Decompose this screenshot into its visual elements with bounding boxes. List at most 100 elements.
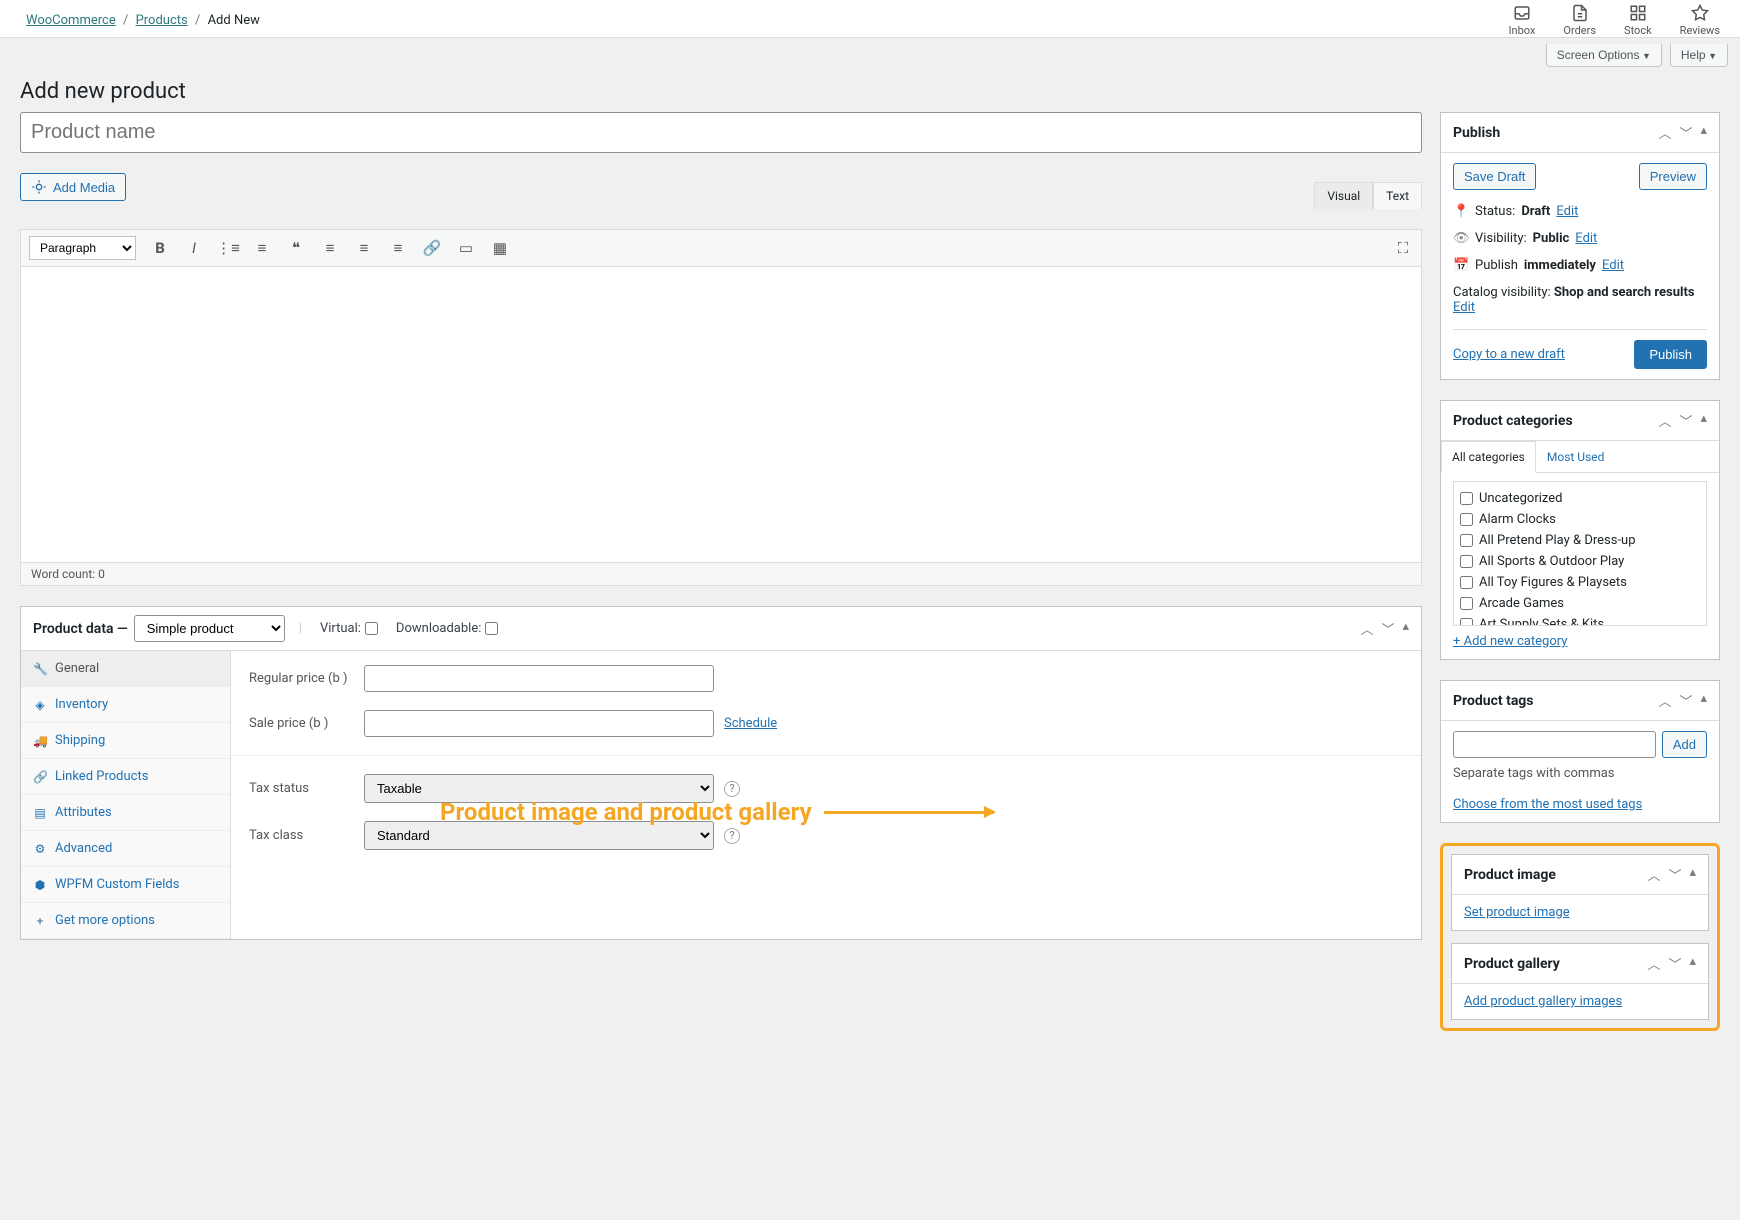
caret-up-icon[interactable]: ▴ (1700, 691, 1707, 710)
preview-button[interactable]: Preview (1639, 163, 1707, 190)
chevron-up-icon[interactable]: ︿ (1658, 123, 1671, 142)
add-tag-button[interactable]: Add (1662, 731, 1707, 758)
set-product-image-link[interactable]: Set product image (1464, 905, 1570, 920)
align-right-icon[interactable]: ≡ (388, 238, 408, 258)
sale-price-input[interactable] (364, 710, 714, 737)
screen-options-button[interactable]: Screen Options (1546, 44, 1662, 67)
attributes-icon: ▤ (33, 806, 47, 820)
nav-reviews[interactable]: Reviews (1680, 4, 1720, 37)
align-center-icon[interactable]: ≡ (354, 238, 374, 258)
help-icon[interactable]: ? (724, 828, 740, 844)
caret-up-icon[interactable]: ▴ (1402, 619, 1409, 638)
chevron-up-icon[interactable]: ︿ (1647, 954, 1660, 973)
inventory-icon: ◈ (33, 698, 47, 712)
format-select[interactable]: Paragraph (29, 236, 136, 260)
align-left-icon[interactable]: ≡ (320, 238, 340, 258)
schedule-link[interactable]: Schedule (724, 716, 777, 731)
edit-catalog-link[interactable]: Edit (1453, 300, 1475, 315)
tab-inventory[interactable]: ◈Inventory (21, 687, 230, 723)
category-item[interactable]: Alarm Clocks (1460, 509, 1700, 530)
quote-icon[interactable]: ❝ (286, 238, 306, 258)
caret-up-icon[interactable]: ▴ (1689, 865, 1696, 884)
tab-visual[interactable]: Visual (1314, 182, 1373, 209)
toolbar-toggle-icon[interactable]: ▦ (490, 238, 510, 258)
chevron-down-icon[interactable]: ﹀ (1679, 691, 1692, 710)
category-item[interactable]: Arcade Games (1460, 593, 1700, 614)
help-button[interactable]: Help (1670, 44, 1728, 67)
truck-icon: 🚚 (33, 734, 47, 748)
virtual-checkbox[interactable]: Virtual: (320, 621, 378, 636)
category-item[interactable]: All Toy Figures & Playsets (1460, 572, 1700, 593)
reviews-icon (1690, 4, 1710, 22)
sale-price-label: Sale price (b ) (249, 716, 364, 731)
category-item[interactable]: Uncategorized (1460, 488, 1700, 509)
add-media-button[interactable]: Add Media (20, 173, 126, 201)
category-item[interactable]: All Sports & Outdoor Play (1460, 551, 1700, 572)
chevron-down-icon[interactable]: ﹀ (1679, 411, 1692, 430)
edit-visibility-link[interactable]: Edit (1575, 231, 1597, 246)
product-gallery-title: Product gallery (1464, 956, 1560, 972)
fullscreen-icon[interactable]: ⛶ (1393, 238, 1413, 258)
edit-status-link[interactable]: Edit (1556, 204, 1578, 219)
product-gallery-box: Product gallery ︿ ﹀ ▴ Add product gallery … (1451, 943, 1709, 1020)
regular-price-input[interactable] (364, 665, 714, 692)
more-icon[interactable]: ▭ (456, 238, 476, 258)
chevron-down-icon[interactable]: ﹀ (1668, 865, 1681, 884)
product-type-select[interactable]: Simple product (134, 615, 285, 642)
italic-icon[interactable]: I (184, 238, 204, 258)
edit-publish-link[interactable]: Edit (1602, 258, 1624, 273)
product-title-input[interactable] (20, 112, 1422, 153)
categories-box: Product categories ︿﹀▴ All categories Mo… (1440, 400, 1720, 660)
caret-up-icon[interactable]: ▴ (1700, 123, 1707, 142)
chevron-down-icon[interactable]: ﹀ (1668, 954, 1681, 973)
word-count: Word count: 0 (21, 562, 1421, 585)
publish-button[interactable]: Publish (1634, 340, 1707, 369)
chevron-up-icon[interactable]: ︿ (1658, 691, 1671, 710)
caret-up-icon[interactable]: ▴ (1700, 411, 1707, 430)
breadcrumb-current: Add New (208, 13, 260, 28)
add-category-link[interactable]: + Add new category (1453, 634, 1567, 649)
help-icon[interactable]: ? (724, 781, 740, 797)
tab-general[interactable]: 🔧General (21, 651, 230, 687)
add-gallery-images-link[interactable]: Add product gallery images (1464, 994, 1622, 1009)
breadcrumb-link-woocommerce[interactable]: WooCommerce (26, 13, 116, 28)
category-item[interactable]: All Pretend Play & Dress-up (1460, 530, 1700, 551)
tab-wpfm[interactable]: ⬢WPFM Custom Fields (21, 867, 230, 903)
nav-orders[interactable]: Orders (1563, 4, 1596, 37)
media-icon (31, 179, 47, 195)
product-data-title: Product data — (33, 621, 128, 637)
chevron-up-icon[interactable]: ︿ (1658, 411, 1671, 430)
number-list-icon[interactable]: ≡ (252, 238, 272, 258)
save-draft-button[interactable]: Save Draft (1453, 163, 1536, 190)
tab-most-used[interactable]: Most Used (1536, 441, 1616, 472)
bold-icon[interactable]: B (150, 238, 170, 258)
tab-linked[interactable]: 🔗Linked Products (21, 759, 230, 795)
breadcrumb-link-products[interactable]: Products (136, 13, 188, 28)
chevron-down-icon[interactable]: ﹀ (1679, 123, 1692, 142)
stock-icon (1628, 4, 1648, 22)
nav-stock[interactable]: Stock (1624, 4, 1652, 37)
chevron-down-icon[interactable]: ﹀ (1381, 619, 1394, 638)
tab-attributes[interactable]: ▤Attributes (21, 795, 230, 831)
tab-more[interactable]: +Get more options (21, 903, 230, 939)
nav-inbox[interactable]: Inbox (1509, 4, 1536, 37)
chevron-up-icon[interactable]: ︿ (1360, 619, 1373, 638)
category-list[interactable]: Uncategorized Alarm Clocks All Pretend P… (1453, 481, 1707, 626)
copy-draft-link[interactable]: Copy to a new draft (1453, 347, 1565, 362)
custom-icon: ⬢ (33, 878, 47, 892)
editor-textarea[interactable] (21, 267, 1421, 562)
tab-all-categories[interactable]: All categories (1441, 441, 1536, 473)
link-icon[interactable]: 🔗 (422, 238, 442, 258)
caret-up-icon[interactable]: ▴ (1689, 954, 1696, 973)
bullet-list-icon[interactable]: ⋮≡ (218, 238, 238, 258)
tab-text[interactable]: Text (1373, 182, 1422, 209)
tab-shipping[interactable]: 🚚Shipping (21, 723, 230, 759)
category-item[interactable]: Art Supply Sets & Kits (1460, 614, 1700, 626)
tag-input[interactable] (1453, 731, 1656, 758)
choose-tags-link[interactable]: Choose from the most used tags (1453, 797, 1642, 812)
chevron-up-icon[interactable]: ︿ (1647, 865, 1660, 884)
screen-options-row: Screen Options Help (0, 38, 1740, 67)
breadcrumb: WooCommerce / Products / Add New (12, 5, 274, 36)
tab-advanced[interactable]: ⚙Advanced (21, 831, 230, 867)
downloadable-checkbox[interactable]: Downloadable: (396, 621, 498, 636)
